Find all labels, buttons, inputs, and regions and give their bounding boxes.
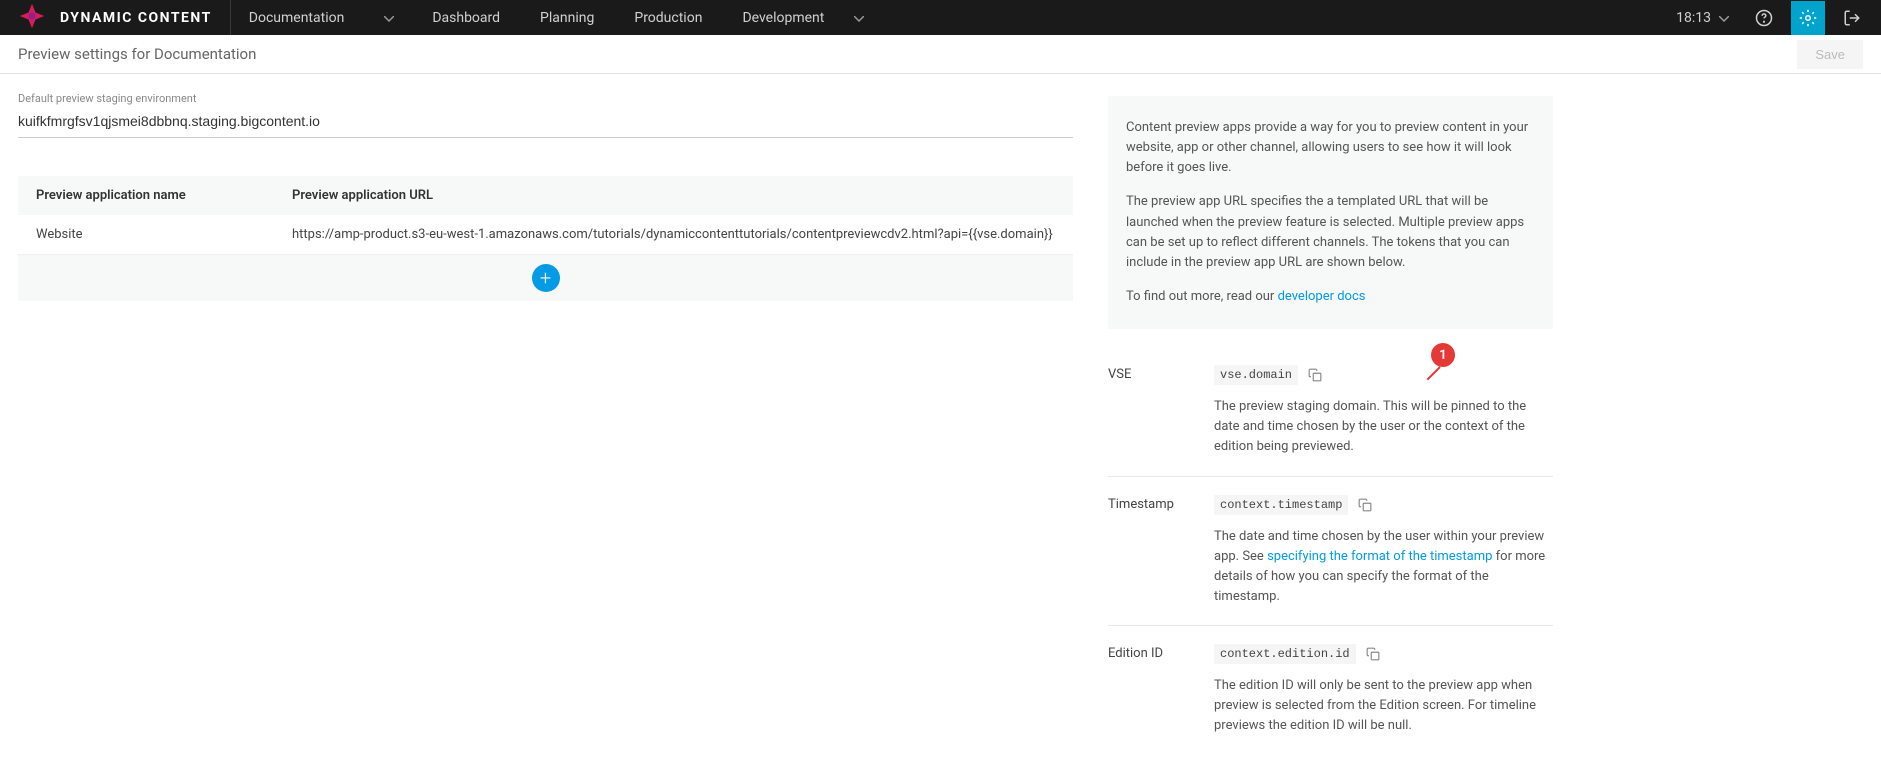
token-description: The preview staging domain. This will be…	[1214, 397, 1553, 457]
environment-input[interactable]	[18, 109, 1073, 138]
section-dropdown[interactable]: Documentation	[231, 0, 413, 35]
add-app-button[interactable]: +	[532, 264, 560, 292]
section-dropdown-label: Documentation	[249, 10, 345, 26]
app-url-cell: https://amp-product.s3-eu-west-1.amazona…	[292, 227, 1055, 242]
preview-apps-table: Preview application name Preview applica…	[18, 176, 1073, 301]
logout-button[interactable]	[1835, 1, 1869, 35]
brand-text: DYNAMIC CONTENT	[60, 10, 212, 26]
table-header: Preview application name Preview applica…	[18, 176, 1073, 215]
save-button[interactable]: Save	[1797, 40, 1863, 69]
top-navigation: DYNAMIC CONTENT Documentation Dashboard …	[0, 0, 1881, 35]
developer-docs-link[interactable]: developer docs	[1278, 289, 1366, 304]
chevron-down-icon	[854, 10, 864, 26]
main-content: Default preview staging environment Prev…	[18, 92, 1073, 755]
token-description: The edition ID will only be sent to the …	[1214, 676, 1553, 736]
token-row-edition: Edition ID context.edition.id The editio…	[1108, 626, 1553, 754]
copy-button[interactable]	[1358, 498, 1372, 512]
intro-p3: To find out more, read our developer doc…	[1126, 287, 1535, 307]
intro-p1: Content preview apps provide a way for y…	[1126, 118, 1535, 178]
page-title: Preview settings for Documentation	[18, 45, 256, 63]
logo-icon	[18, 2, 46, 34]
environment-label: Default preview staging environment	[18, 92, 1073, 105]
token-label: VSE	[1108, 365, 1196, 457]
chevron-down-icon	[1719, 10, 1729, 26]
token-code: vse.domain	[1214, 365, 1298, 385]
column-header-name: Preview application name	[36, 188, 292, 203]
add-row-area: +	[18, 255, 1073, 301]
copy-button[interactable]	[1366, 647, 1380, 661]
nav-items: Dashboard Planning Production Developmen…	[412, 0, 884, 35]
brand-area: DYNAMIC CONTENT	[0, 0, 231, 35]
token-code: context.edition.id	[1214, 644, 1356, 664]
copy-button[interactable]	[1308, 368, 1322, 382]
column-header-url: Preview application URL	[292, 188, 1055, 203]
token-row-timestamp: Timestamp context.timestamp The date and…	[1108, 477, 1553, 627]
token-code: context.timestamp	[1214, 495, 1348, 515]
info-panel: Content preview apps provide a way for y…	[1108, 92, 1553, 755]
nav-planning[interactable]: Planning	[520, 0, 614, 35]
nav-production[interactable]: Production	[614, 0, 722, 35]
info-intro: Content preview apps provide a way for y…	[1108, 96, 1553, 329]
token-label: Edition ID	[1108, 644, 1196, 736]
timestamp-format-link[interactable]: specifying the format of the timestamp	[1267, 549, 1492, 564]
nav-development[interactable]: Development	[722, 0, 884, 35]
environment-section: Default preview staging environment	[18, 92, 1073, 138]
table-row[interactable]: Website https://amp-product.s3-eu-west-1…	[18, 215, 1073, 255]
nav-dashboard[interactable]: Dashboard	[412, 0, 520, 35]
page-header: Preview settings for Documentation Save	[0, 35, 1881, 74]
time-display[interactable]: 18:13	[1668, 10, 1737, 26]
help-button[interactable]	[1747, 1, 1781, 35]
token-label: Timestamp	[1108, 495, 1196, 608]
token-row-vse: VSE 1 vse.domain The preview staging dom…	[1108, 347, 1553, 476]
intro-p2: The preview app URL specifies the a temp…	[1126, 192, 1535, 273]
time-value: 18:13	[1676, 10, 1711, 26]
app-name-cell: Website	[36, 227, 292, 242]
callout-badge: 1	[1431, 343, 1455, 367]
nav-right: 18:13	[1668, 0, 1881, 35]
plus-icon: +	[540, 266, 551, 290]
chevron-down-icon	[384, 10, 394, 26]
token-description: The date and time chosen by the user wit…	[1214, 527, 1553, 608]
settings-button[interactable]	[1791, 1, 1825, 35]
